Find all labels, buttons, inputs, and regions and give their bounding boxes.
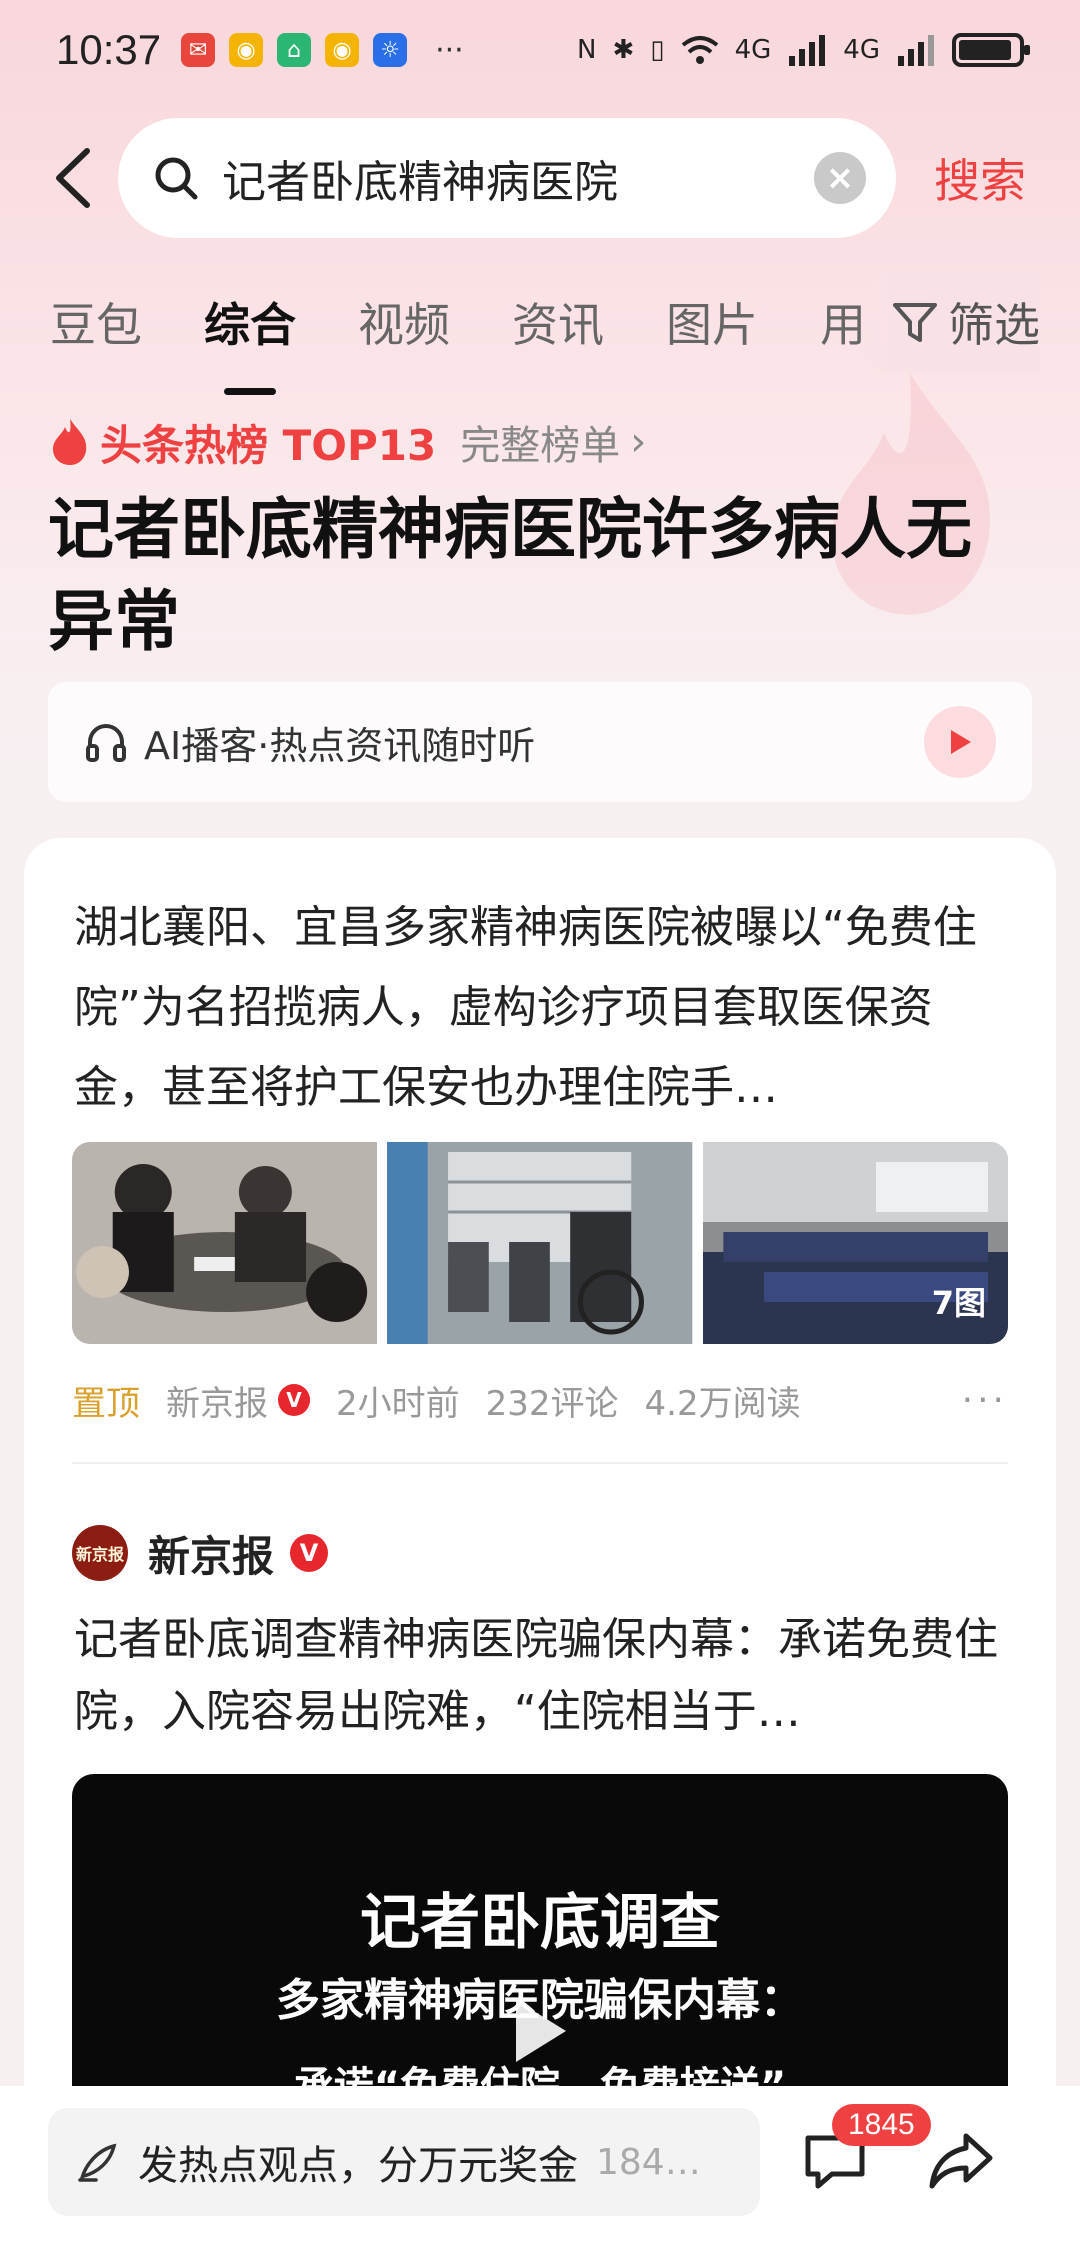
comment-placeholder: 发热点观点，分万元奖金: [138, 2143, 578, 2189]
image-count-label: 7图: [931, 1284, 986, 1322]
status-bar: 10:37 ✉ ◉ ⌂ ◉ ☼ ··· N ✱ ▯ 4G 4G: [0, 0, 1080, 100]
hot-headline[interactable]: 记者卧底精神病医院许多病人无异常: [48, 484, 1028, 668]
headphones-icon: [86, 724, 126, 762]
search-query[interactable]: 记者卧底精神病医院: [222, 146, 814, 210]
article-1-time: 2小时前: [336, 1383, 460, 1424]
comment-input[interactable]: 发热点观点，分万元奖金 184…: [48, 2108, 760, 2216]
status-time: 10:37: [56, 26, 162, 73]
pinned-tag: 置顶: [72, 1383, 140, 1424]
clear-search-button[interactable]: ×: [814, 152, 866, 204]
search-input[interactable]: 记者卧底精神病医院 ×: [118, 118, 896, 238]
video-play-icon[interactable]: [510, 1996, 570, 2066]
verified-icon: V: [290, 1534, 329, 1572]
filter-icon: [893, 303, 937, 342]
article-image[interactable]: 7图: [702, 1142, 1008, 1344]
app-notification-icon: ✉: [181, 33, 216, 67]
flame-icon: [53, 419, 87, 465]
home-app-icon: ⌂: [277, 33, 312, 67]
ai-podcast-text: AI播客·热点资讯随时听: [144, 723, 536, 768]
filter-button[interactable]: 筛选: [862, 272, 1040, 372]
status-more-icon: ···: [435, 32, 464, 68]
tab-news[interactable]: 资讯: [512, 289, 604, 355]
article-1-summary[interactable]: 湖北襄阳、宜昌多家精神病医院被曝以“免费住院”为名招揽病人，虚构诊疗项目套取医保…: [74, 888, 1014, 1128]
search-tabs: 豆包 综合 视频 资讯 图片 用 筛选: [0, 272, 1080, 395]
article-1-comments: 232评论: [485, 1383, 619, 1424]
tab-images[interactable]: 图片: [666, 289, 758, 355]
nfc-icon: N: [577, 35, 597, 65]
search-row: 记者卧底精神病医院 × 搜索: [0, 118, 1080, 238]
tab-users[interactable]: 用: [820, 289, 866, 355]
hot-list-row[interactable]: 头条热榜 TOP13 完整榜单 ›: [48, 412, 646, 472]
signal-4g-label-2: 4G: [843, 35, 880, 65]
back-button[interactable]: [28, 118, 118, 238]
tab-video[interactable]: 视频: [358, 289, 450, 355]
ai-play-button[interactable]: [924, 706, 996, 778]
filter-label: 筛选: [948, 298, 1040, 352]
signal-4g-label: 4G: [734, 35, 772, 65]
vibrate-icon: ▯: [650, 35, 665, 65]
article-2-author-row[interactable]: 新京报 新京报 V: [72, 1518, 329, 1588]
share-icon[interactable]: [926, 2126, 996, 2196]
signal-icon: [789, 35, 826, 66]
comment-count-badge: 1845: [832, 2104, 931, 2146]
article-1-reads: 4.2万阅读: [644, 1383, 801, 1424]
article-2-author[interactable]: 新京报: [148, 1523, 274, 1584]
article-2-summary[interactable]: 记者卧底调查精神病医院骗保内幕：承诺免费住院，入院容易出院难，“住院相当于…: [74, 1604, 1014, 1748]
notification-icons: ✉ ◉ ⌂ ◉ ☼ ···: [181, 33, 464, 68]
search-icon: [155, 157, 198, 200]
tab-comprehensive[interactable]: 综合: [204, 289, 296, 395]
full-list-link[interactable]: 完整榜单: [460, 413, 620, 471]
divider: [72, 1462, 1008, 1464]
article-image[interactable]: [387, 1142, 693, 1344]
video-title: 记者卧底调查: [360, 1888, 720, 1958]
back-arrow-icon: [56, 148, 90, 208]
search-button[interactable]: 搜索: [934, 145, 1026, 211]
article-1-source[interactable]: 新京报: [166, 1376, 268, 1425]
weibo-icon: ◉: [229, 33, 264, 67]
article-1-meta: 置顶 新京报 V 2小时前 232评论 4.2万阅读 ···: [72, 1370, 1008, 1430]
verified-icon: V: [278, 1384, 310, 1416]
bottom-bar: 发热点观点，分万元奖金 184… 1845: [0, 2086, 1080, 2244]
results-card: 湖北襄阳、宜昌多家精神病医院被曝以“免费住院”为名招揽病人，虚构诊疗项目套取医保…: [24, 838, 1056, 2138]
hot-list-label: 头条热榜 TOP13: [100, 420, 437, 470]
article-2-video[interactable]: 记者卧底调查 多家精神病医院骗保内幕： 承诺“免费住院，免费接送”: [72, 1774, 1008, 2138]
pen-icon: [78, 2143, 117, 2182]
ai-podcast-bar[interactable]: AI播客·热点资讯随时听: [48, 682, 1032, 802]
avatar[interactable]: 新京报: [72, 1525, 128, 1581]
bulb-app-icon: ☼: [373, 33, 408, 67]
signal-icon-2: [898, 35, 934, 66]
chevron-right-icon: ›: [630, 419, 647, 465]
weibo-icon: ◉: [325, 33, 360, 67]
tab-doubao[interactable]: 豆包: [50, 289, 142, 355]
ward-photo: [387, 1142, 693, 1344]
bluetooth-icon: ✱: [612, 35, 635, 65]
comment-count-inline: 184…: [596, 2141, 701, 2183]
play-icon: [951, 730, 971, 754]
status-indicators: N ✱ ▯ 4G 4G: [577, 33, 1030, 67]
article-1-images[interactable]: 7图: [72, 1142, 1008, 1344]
article-image[interactable]: [72, 1142, 378, 1344]
more-options-icon[interactable]: ···: [962, 1380, 1008, 1421]
wifi-icon: [681, 36, 718, 64]
battery-icon: [952, 33, 1030, 67]
card-game-photo: [72, 1142, 378, 1344]
